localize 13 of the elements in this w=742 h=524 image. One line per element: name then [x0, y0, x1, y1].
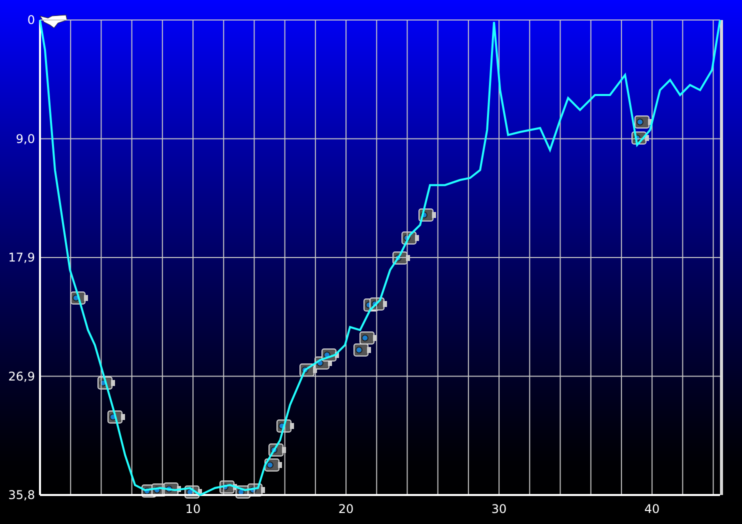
- axis-label: 26,9: [8, 369, 35, 384]
- axis-label: 9,0: [16, 132, 35, 146]
- axis-label: 40: [644, 502, 660, 516]
- axis-label: 17,9: [8, 250, 35, 264]
- diver-icon: [39, 14, 68, 28]
- axis-label: 35,8: [8, 488, 35, 502]
- camera-icon: [264, 458, 282, 472]
- axis-label: 0: [27, 13, 35, 27]
- camera-icon: [354, 344, 371, 356]
- axis-label: 20: [338, 502, 354, 516]
- axis-label: 10: [185, 502, 201, 516]
- axis-label: 30: [491, 502, 507, 516]
- camera-icon: [634, 116, 652, 128]
